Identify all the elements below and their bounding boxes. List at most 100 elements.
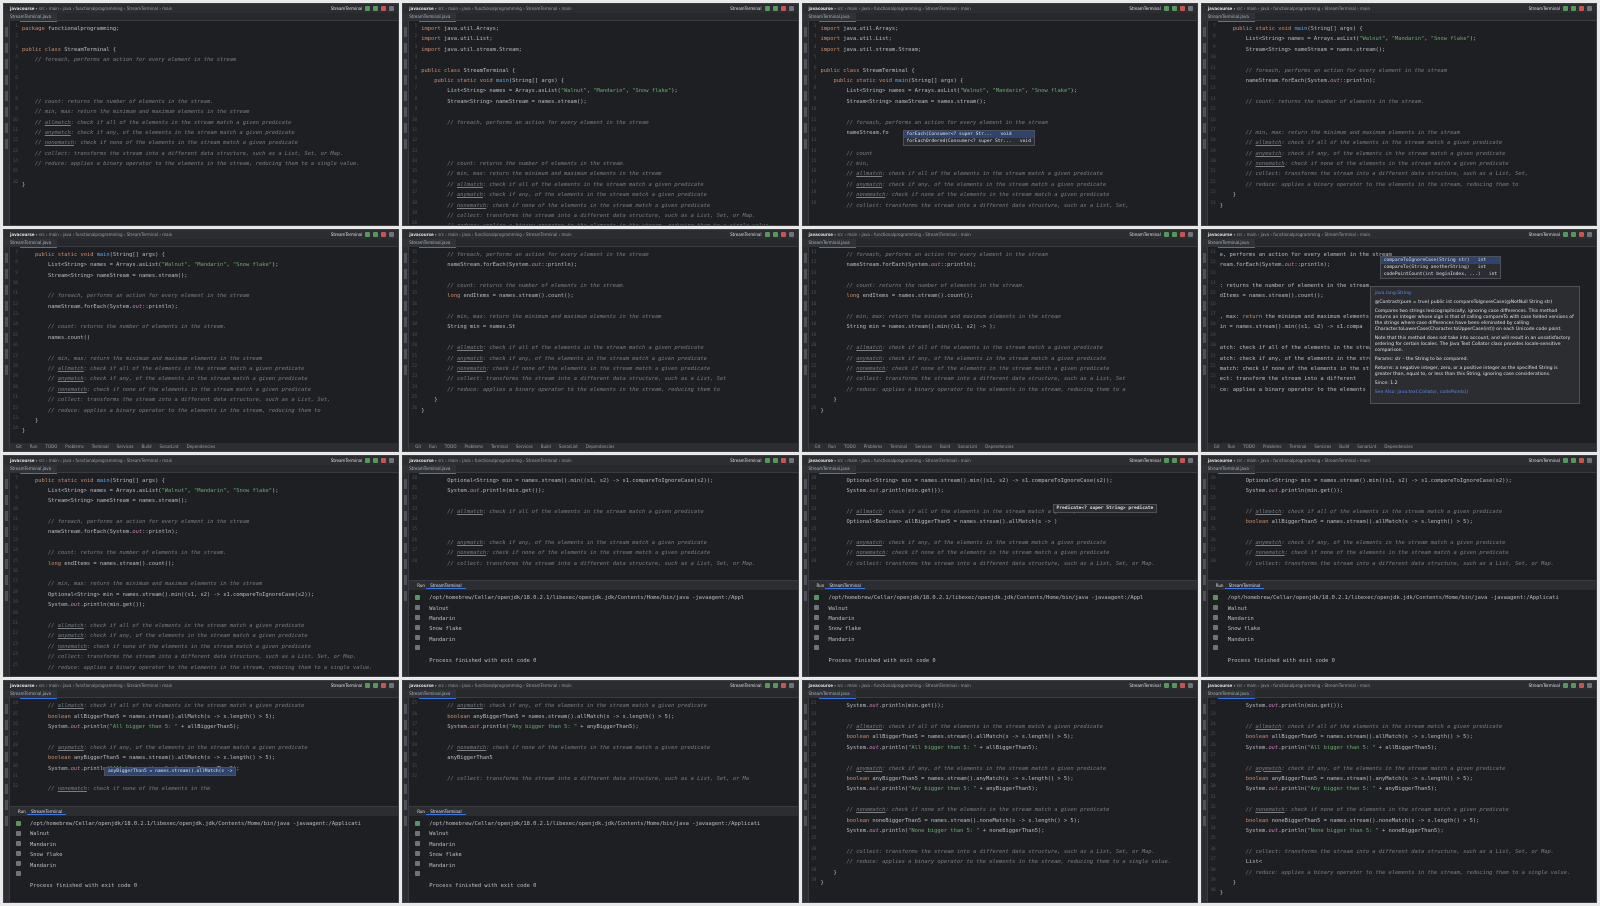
- breadcrumb-item[interactable]: main: [561, 232, 571, 237]
- tool-window-icon[interactable]: [404, 720, 408, 731]
- tool-window-icon[interactable]: [803, 348, 807, 359]
- stop-icon[interactable]: [780, 683, 786, 689]
- tool-button[interactable]: Run: [828, 444, 836, 449]
- tool-window-icon[interactable]: [5, 348, 8, 359]
- tool-window-icon[interactable]: [803, 494, 807, 505]
- settings-icon[interactable]: [788, 683, 794, 689]
- breadcrumb-item[interactable]: StreamTerminal ›: [526, 458, 562, 463]
- settings-icon[interactable]: [1587, 6, 1592, 11]
- run-icon[interactable]: [764, 6, 770, 11]
- breadcrumb-item[interactable]: src ›: [1237, 6, 1247, 11]
- code-editor[interactable]: Optional<String> min = names.stream().mi…: [421, 476, 797, 570]
- tool-window-icon[interactable]: [1202, 768, 1206, 779]
- run-config-selector[interactable]: StreamTerminal: [1529, 681, 1560, 690]
- breadcrumb-item[interactable]: javacourse ›: [1208, 232, 1237, 237]
- breadcrumb-item[interactable]: javacourse ›: [809, 458, 838, 463]
- breadcrumb-item[interactable]: main: [961, 6, 971, 11]
- debug-icon[interactable]: [1171, 683, 1177, 689]
- tool-window-icon[interactable]: [803, 284, 807, 295]
- breadcrumb-item[interactable]: javacourse ›: [10, 232, 39, 237]
- tool-window-icon[interactable]: [404, 123, 408, 133]
- breadcrumb-item[interactable]: main ›: [448, 683, 462, 688]
- breadcrumb-item[interactable]: functionalprogramming ›: [475, 683, 526, 688]
- tool-window-icon[interactable]: [803, 720, 807, 731]
- tool-window-icon[interactable]: [404, 494, 408, 505]
- tool-window-icon[interactable]: [404, 478, 408, 489]
- breadcrumb-item[interactable]: main: [162, 458, 172, 463]
- tool-button[interactable]: Build: [1339, 444, 1349, 449]
- code-editor[interactable]: public static void main(String[] args) {…: [22, 250, 398, 437]
- completion-popup[interactable]: anyBiggerThan5 = names.stream().allMatch…: [104, 767, 237, 777]
- tool-button[interactable]: Terminal: [1289, 444, 1306, 449]
- breadcrumb-item[interactable]: main: [561, 683, 571, 688]
- tool-window-icon[interactable]: [404, 768, 408, 779]
- pin-icon[interactable]: [814, 645, 819, 651]
- settings-icon[interactable]: [1187, 6, 1193, 11]
- breadcrumb-item[interactable]: StreamTerminal ›: [1324, 458, 1360, 463]
- run-icon[interactable]: [1163, 683, 1169, 689]
- debug-icon[interactable]: [1571, 683, 1576, 689]
- run-config-tab[interactable]: StreamTerminal: [426, 583, 466, 590]
- breadcrumb-item[interactable]: main: [162, 683, 172, 688]
- tool-button[interactable]: Services: [1314, 444, 1331, 449]
- stop-icon[interactable]: [780, 457, 786, 463]
- tool-window-icon[interactable]: [5, 784, 8, 795]
- tool-window-icon[interactable]: [1202, 526, 1206, 537]
- breadcrumb-item[interactable]: StreamTerminal ›: [1324, 683, 1360, 688]
- breadcrumb-item[interactable]: functionalprogramming ›: [475, 6, 526, 11]
- settings-icon[interactable]: [788, 6, 794, 11]
- tool-window-icon[interactable]: [5, 123, 8, 133]
- tool-window-icon[interactable]: [5, 139, 8, 149]
- tool-window-icon[interactable]: [5, 107, 8, 117]
- tool-window-icon[interactable]: [1202, 752, 1206, 763]
- breadcrumb-item[interactable]: functionalprogramming ›: [1273, 6, 1324, 11]
- breadcrumb-item[interactable]: functionalprogramming ›: [1273, 683, 1324, 688]
- tool-window-icon[interactable]: [5, 574, 8, 585]
- stop-icon[interactable]: [1579, 231, 1584, 237]
- tool-window-icon[interactable]: [5, 478, 8, 489]
- breadcrumb-item[interactable]: java ›: [1261, 6, 1274, 11]
- debug-icon[interactable]: [772, 457, 778, 463]
- breadcrumb-item[interactable]: java ›: [861, 232, 874, 237]
- tool-window-icon[interactable]: [404, 558, 408, 569]
- tool-window-icon[interactable]: [803, 752, 807, 763]
- tool-window-icon[interactable]: [5, 91, 8, 101]
- tool-button[interactable]: SonarLint: [958, 444, 977, 449]
- tool-window-icon[interactable]: [803, 107, 807, 117]
- tool-button[interactable]: Terminal: [890, 444, 907, 449]
- settings-icon[interactable]: [389, 6, 395, 11]
- tool-window-icon[interactable]: [5, 590, 8, 601]
- breadcrumb-item[interactable]: functionalprogramming ›: [475, 458, 526, 463]
- breadcrumb-item[interactable]: functionalprogramming ›: [76, 232, 127, 237]
- completion-popup[interactable]: forEach(Consumer<? super Str... void forE…: [902, 130, 1035, 146]
- completion-item[interactable]: compareToIgnoreCase(String str) int: [1380, 256, 1501, 264]
- debug-icon[interactable]: [772, 231, 778, 237]
- tool-window-icon[interactable]: [1202, 300, 1206, 311]
- tool-window-icon[interactable]: [5, 268, 8, 279]
- stop-icon[interactable]: [381, 231, 387, 237]
- tool-window-icon[interactable]: [404, 800, 408, 811]
- tool-window-icon[interactable]: [1202, 332, 1206, 343]
- run-config-selector[interactable]: StreamTerminal: [1529, 4, 1560, 13]
- tool-button[interactable]: Problems: [1263, 444, 1281, 449]
- run-icon[interactable]: [1163, 457, 1169, 463]
- tool-button[interactable]: Git: [1214, 444, 1220, 449]
- tool-window-icon[interactable]: [803, 364, 807, 375]
- breadcrumb-item[interactable]: java ›: [462, 458, 475, 463]
- tool-window-icon[interactable]: [803, 510, 807, 521]
- breadcrumb-item[interactable]: src ›: [438, 6, 448, 11]
- breadcrumb-item[interactable]: javacourse ›: [10, 458, 39, 463]
- run-icon[interactable]: [365, 683, 371, 689]
- tool-button[interactable]: SonarLint: [1357, 444, 1376, 449]
- tool-window-icon[interactable]: [5, 720, 8, 731]
- tool-window-icon[interactable]: [404, 364, 408, 375]
- tool-button[interactable]: TODO: [844, 444, 856, 449]
- breadcrumb-item[interactable]: StreamTerminal ›: [1324, 6, 1360, 11]
- code-editor[interactable]: // anymatch: check if any, of the elemen…: [421, 701, 797, 784]
- code-editor[interactable]: System.out.println(min.get()); // allmat…: [1220, 701, 1596, 898]
- tool-button[interactable]: Problems: [864, 444, 882, 449]
- breadcrumb-item[interactable]: main ›: [49, 6, 63, 11]
- run-config-tab[interactable]: StreamTerminal: [1224, 583, 1265, 590]
- tool-window-icon[interactable]: [5, 252, 8, 263]
- tool-window-icon[interactable]: [404, 574, 408, 585]
